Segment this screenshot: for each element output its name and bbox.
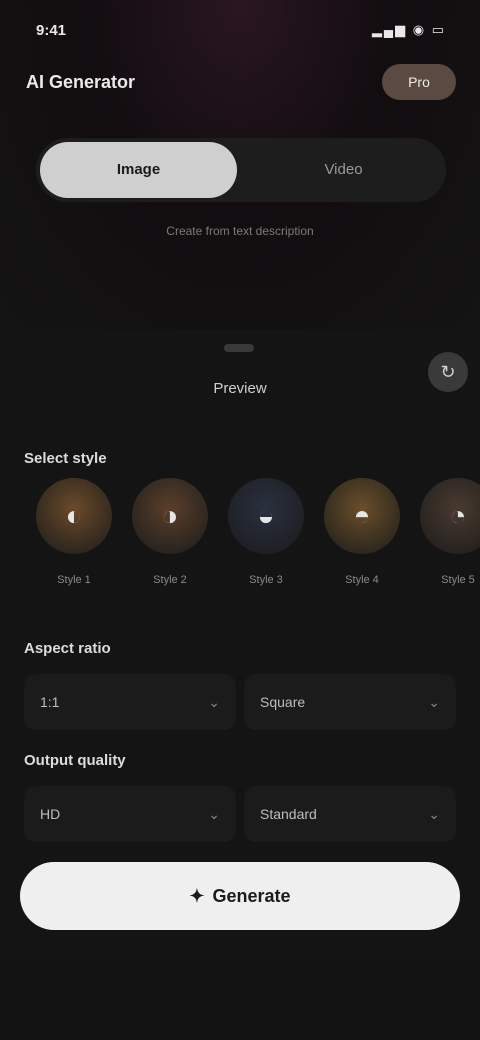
quality-mode-select[interactable]: Standard ⌄ [244, 786, 456, 842]
bottom-safe-area [0, 960, 480, 1040]
quality-mode-value: Standard [260, 806, 317, 822]
refresh-button[interactable]: ↻ [428, 352, 468, 392]
pro-button[interactable]: Pro [382, 64, 456, 100]
style-item[interactable]: ◓ [324, 478, 400, 554]
style-label: Style 5 [441, 574, 475, 586]
status-time: 9:41 [36, 22, 67, 39]
quality-select[interactable]: HD ⌄ [24, 786, 236, 842]
ratio-row: 1:1 ⌄ Square ⌄ [24, 674, 456, 730]
style-icon: ◑ [161, 500, 179, 531]
style-label: Style 4 [345, 574, 379, 586]
style-item[interactable]: ◒ [228, 478, 304, 554]
tab-image[interactable]: Image [40, 142, 237, 198]
style-icon: ◓ [353, 500, 371, 531]
style-label: Style 1 [57, 574, 91, 586]
chevron-down-icon: ⌄ [428, 805, 440, 822]
style-icon: ◐ [65, 500, 83, 531]
status-icons: ▂▄▆ ◉ ▭ [371, 22, 446, 37]
generate-label: Generate [212, 885, 291, 906]
style-icon: ◒ [257, 500, 275, 531]
style-label: Style 2 [153, 574, 187, 586]
preview-indicator [224, 344, 254, 352]
style-item[interactable]: ◐ [36, 478, 112, 554]
style-item[interactable]: ◔ [420, 478, 480, 554]
ratio-type-select[interactable]: Square ⌄ [244, 674, 456, 730]
quality-value: HD [40, 806, 61, 822]
style-icon: ◔ [449, 500, 467, 531]
generate-button[interactable]: ✦ Generate [20, 862, 460, 930]
refresh-icon: ↻ [440, 362, 456, 382]
mode-segmented-control[interactable]: Image Video [36, 138, 446, 202]
tab-video[interactable]: Video [245, 142, 442, 198]
preview-caption: Preview [213, 380, 267, 397]
quality-section-title: Output quality [24, 752, 126, 769]
subtitle: Create from text description [166, 224, 314, 238]
chevron-down-icon: ⌄ [208, 693, 220, 710]
chevron-down-icon: ⌄ [428, 693, 440, 710]
style-carousel[interactable]: ◐ Style 1 ◑ Style 2 ◒ Style 3 ◓ Style 4 … [36, 478, 480, 588]
styles-section-title: Select style [24, 450, 107, 467]
style-item[interactable]: ◑ [132, 478, 208, 554]
ratio-type-value: Square [260, 694, 306, 710]
sparkle-icon: ✦ [189, 885, 205, 906]
quality-row: HD ⌄ Standard ⌄ [24, 786, 456, 842]
ratio-value: 1:1 [40, 694, 60, 710]
page-title: AI Generator [26, 72, 136, 92]
ratio-section-title: Aspect ratio [24, 640, 111, 657]
status-bar: 9:41 ▂▄▆ ◉ ▭ [0, 0, 480, 60]
chevron-down-icon: ⌄ [208, 805, 220, 822]
ratio-select[interactable]: 1:1 ⌄ [24, 674, 236, 730]
style-label: Style 3 [249, 574, 283, 586]
